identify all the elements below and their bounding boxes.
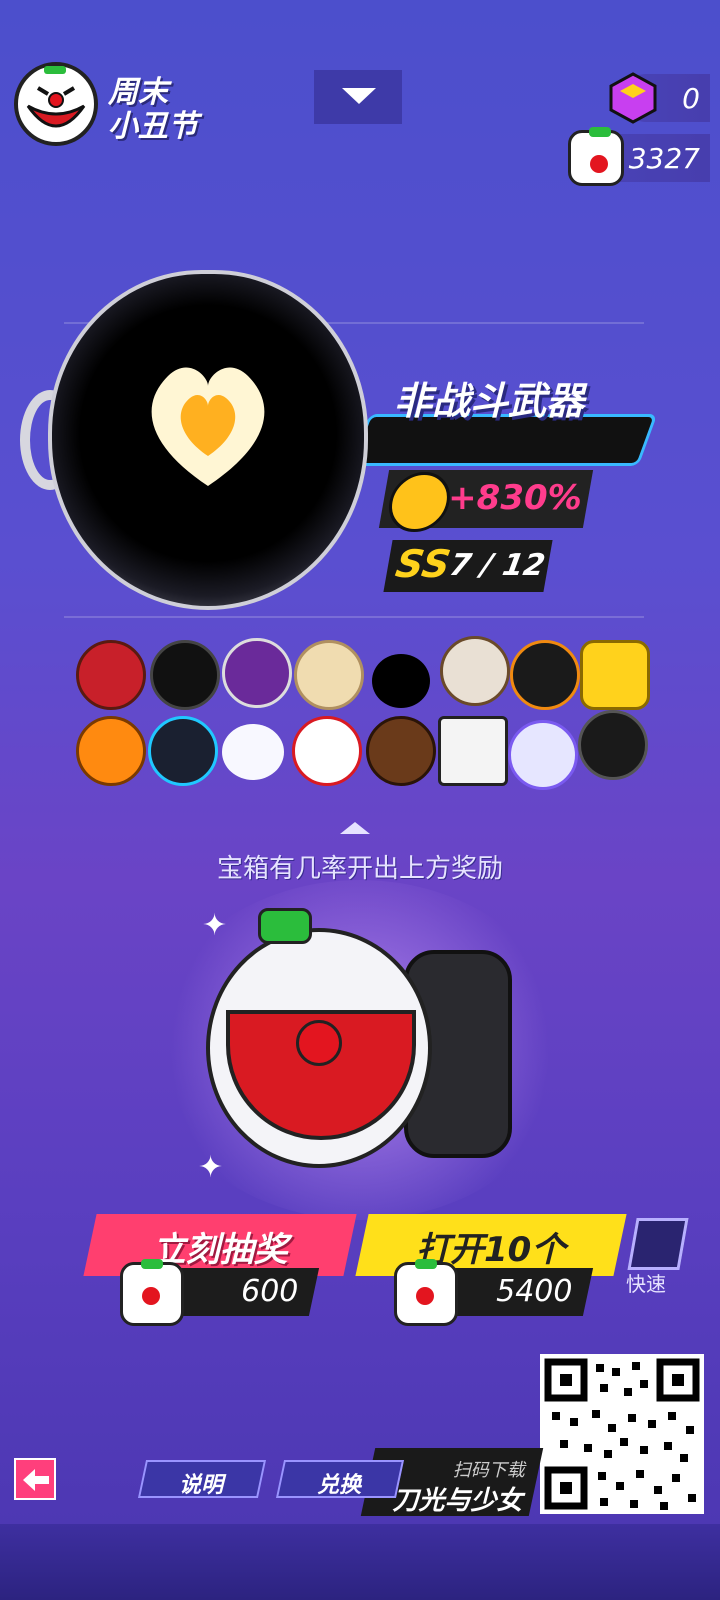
event-title-line1: 周末 [108,75,168,110]
event-clown-avatar [14,62,98,146]
chest-nose [296,1020,342,1066]
clown-chest-icon [120,1259,184,1326]
tab-info[interactable]: 说明 [137,1460,267,1498]
chest-count: 3327 [628,142,700,175]
weapon-bonus: +830% [448,478,582,518]
event-title-line2: 小丑节 [108,109,198,144]
grim-reaper-icon[interactable] [578,710,648,780]
event-dropdown-button[interactable] [314,70,402,124]
clown-chest-icon [394,1259,458,1326]
purple-helmet-icon[interactable] [222,638,292,708]
black-hair-halo-icon[interactable] [150,640,220,710]
clown-chest-icon [568,127,624,186]
blue-visor-helmet-icon[interactable] [148,716,218,786]
weapon-name: 非战斗武器 [394,379,585,423]
event-title: 周末 小丑节 [108,76,198,144]
blonde-hair-icon[interactable] [294,640,364,710]
draw-now-price: 600 [240,1274,299,1309]
back-button[interactable] [14,1458,56,1500]
qr-code [540,1354,704,1514]
tab-info-label: 说明 [179,1473,224,1498]
tab-exchange-label: 兑换 [317,1473,362,1498]
weapon-rank-badge: SS 7 / 12 [383,540,553,592]
pumpkin-head-icon[interactable] [76,716,146,786]
qr-code-pattern [544,1358,700,1510]
chest-leaf [258,908,312,944]
nutcracker-head-icon[interactable] [76,640,146,710]
chevron-up-icon [340,822,370,834]
rank-grade: SS [392,542,454,586]
quick-open-label: 快速 [626,1272,666,1296]
chest-counter[interactable]: 3327 [568,127,710,186]
divider [64,616,644,618]
fish-head-icon[interactable] [508,720,578,790]
purple-gem-icon [609,72,657,124]
gem-counter[interactable]: 0 [609,72,710,124]
gem-count: 0 [682,82,700,115]
rank-count: 7 / 12 [447,548,548,583]
promo-title: 刀光与少女 [392,1486,523,1516]
arrow-left-icon [23,1469,49,1491]
box-head-icon[interactable] [438,716,508,786]
open-ten-price: 5400 [495,1274,573,1309]
tab-exchange[interactable]: 兑换 [275,1460,405,1498]
frying-pan-weapon [48,270,368,610]
bottom-bar [0,1524,720,1600]
sparkle-icon: ✦ [198,1150,224,1185]
skull-mask-icon[interactable] [440,636,510,706]
white-ghost-icon[interactable] [222,724,284,780]
chevron-down-icon [342,88,376,104]
heart-egg-icon [151,367,265,486]
sparkle-icon: ✦ [202,908,228,943]
clown-head-icon[interactable] [292,716,362,786]
yellow-block-head-icon[interactable] [580,640,650,710]
black-blob-icon[interactable] [372,654,430,708]
black-gold-helmet-icon[interactable] [510,640,580,710]
smirk-face-icon [384,472,455,532]
quick-open-checkbox[interactable] [627,1218,689,1270]
weapon-bonus-badge: +830% [378,470,594,532]
promo-subtitle: 扫码下载 [452,1460,525,1481]
bear-head-icon[interactable] [366,716,436,786]
